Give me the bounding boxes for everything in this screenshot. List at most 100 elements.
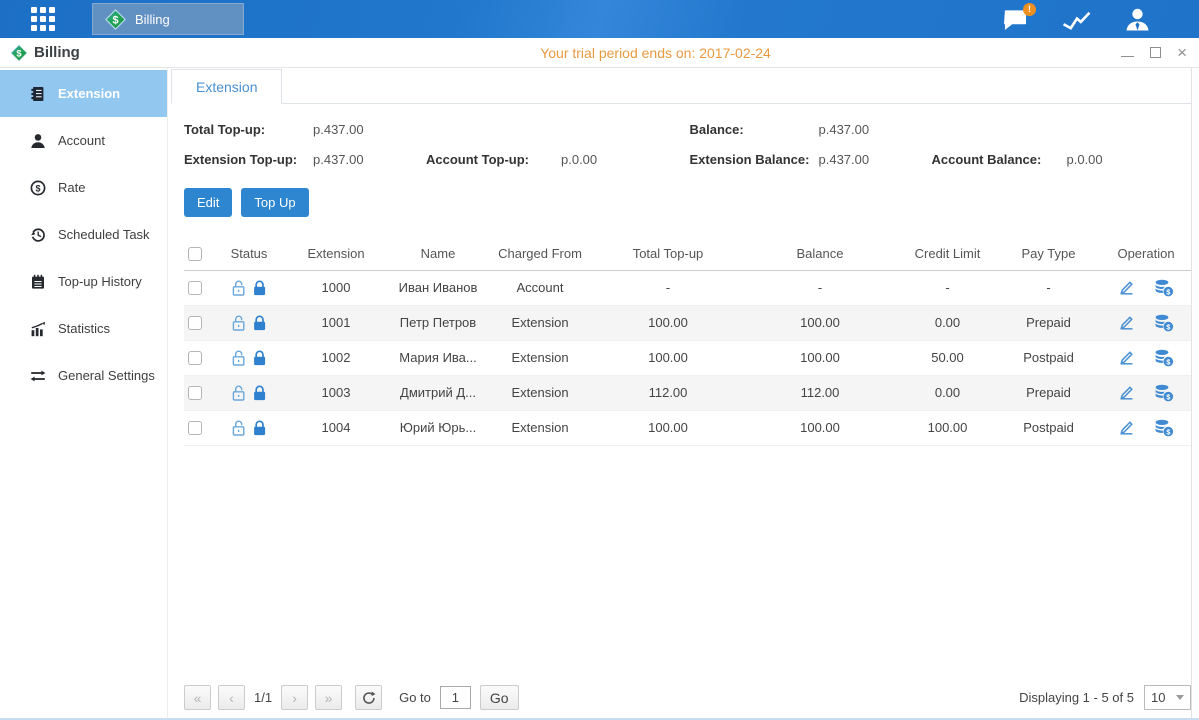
cell-balance: 112.00 bbox=[741, 375, 899, 410]
window-title-label: Billing bbox=[34, 44, 80, 61]
topup-coins-icon[interactable]: $ bbox=[1154, 314, 1174, 332]
page-indicator: 1/1 bbox=[254, 690, 272, 705]
edit-pencil-icon[interactable] bbox=[1118, 279, 1135, 296]
refresh-button[interactable] bbox=[355, 685, 382, 710]
person-icon bbox=[30, 133, 46, 149]
edit-button[interactable]: Edit bbox=[184, 188, 232, 217]
cell-status bbox=[217, 270, 281, 305]
svg-text:$: $ bbox=[35, 183, 40, 193]
cell-extension: 1003 bbox=[281, 375, 391, 410]
history-clock-icon bbox=[30, 227, 46, 243]
summary-left: Total Top-up: p.437.00 Extension Top-up:… bbox=[184, 122, 690, 182]
apps-grid-icon[interactable] bbox=[31, 7, 55, 31]
notification-badge: ! bbox=[1023, 3, 1036, 16]
extension-topup-label: Extension Top-up: bbox=[184, 152, 313, 167]
cell-name: Иван Иванов bbox=[391, 270, 485, 305]
last-page-button[interactable]: » bbox=[315, 685, 342, 710]
row-checkbox[interactable] bbox=[188, 351, 202, 365]
row-checkbox[interactable] bbox=[188, 281, 202, 295]
cell-total-topup: 100.00 bbox=[595, 410, 741, 445]
cell-balance: - bbox=[741, 270, 899, 305]
cell-pay-type: Prepaid bbox=[996, 305, 1101, 340]
lock-icon bbox=[251, 349, 268, 367]
sidebar-item-account[interactable]: Account bbox=[0, 117, 167, 164]
row-checkbox[interactable] bbox=[188, 421, 202, 435]
goto-label: Go to bbox=[399, 690, 431, 705]
sidebar-item-statistics[interactable]: Statistics bbox=[0, 305, 167, 352]
window-controls: × bbox=[1121, 46, 1187, 60]
lock-icon bbox=[251, 384, 268, 402]
page-size-select[interactable]: 10 bbox=[1144, 685, 1191, 710]
cell-extension: 1001 bbox=[281, 305, 391, 340]
goto-page-input[interactable] bbox=[440, 686, 471, 709]
edit-pencil-icon[interactable] bbox=[1118, 349, 1135, 366]
balance-value: p.437.00 bbox=[819, 122, 932, 137]
refresh-icon bbox=[362, 691, 376, 705]
row-checkbox[interactable] bbox=[188, 316, 202, 330]
cell-credit-limit: - bbox=[899, 270, 996, 305]
cell-charged-from: Extension bbox=[485, 340, 595, 375]
pagination-bar: « ‹ 1/1 › » Go to Go Displaying 1 - 5 of… bbox=[184, 685, 1191, 710]
edit-pencil-icon[interactable] bbox=[1118, 384, 1135, 401]
monitor-chart-icon[interactable] bbox=[1061, 8, 1092, 31]
chat-notification-icon[interactable]: ! bbox=[1002, 8, 1029, 31]
billing-app-tab[interactable]: $ Billing bbox=[92, 3, 244, 35]
unlock-icon bbox=[230, 314, 247, 332]
user-icon[interactable] bbox=[1124, 7, 1151, 31]
sidebar-item-general-settings[interactable]: General Settings bbox=[0, 352, 167, 399]
table-header-row: Status Extension Name Charged From Total… bbox=[184, 237, 1191, 270]
col-status: Status bbox=[217, 237, 281, 270]
sidebar-item-scheduled-task[interactable]: Scheduled Task bbox=[0, 211, 167, 258]
sidebar-item-extension[interactable]: Extension bbox=[0, 70, 167, 117]
maximize-icon[interactable] bbox=[1150, 47, 1161, 58]
account-balance-value: p.0.00 bbox=[1067, 152, 1192, 167]
cell-charged-from: Extension bbox=[485, 305, 595, 340]
extension-balance-label: Extension Balance: bbox=[690, 152, 819, 167]
sliders-icon bbox=[30, 368, 46, 384]
first-page-button[interactable]: « bbox=[184, 685, 211, 710]
cell-extension: 1000 bbox=[281, 270, 391, 305]
billing-diamond-icon: $ bbox=[105, 9, 126, 30]
topup-coins-icon[interactable]: $ bbox=[1154, 349, 1174, 367]
minimize-icon[interactable] bbox=[1121, 49, 1134, 57]
cell-credit-limit: 100.00 bbox=[899, 410, 996, 445]
cell-status bbox=[217, 410, 281, 445]
edit-pencil-icon[interactable] bbox=[1118, 419, 1135, 436]
topup-coins-icon[interactable]: $ bbox=[1154, 279, 1174, 297]
cell-name: Юрий Юрь... bbox=[391, 410, 485, 445]
select-all-checkbox[interactable] bbox=[188, 247, 202, 261]
next-page-button[interactable]: › bbox=[281, 685, 308, 710]
close-icon[interactable]: × bbox=[1177, 46, 1187, 60]
cell-name: Петр Петров bbox=[391, 305, 485, 340]
summary-section: Total Top-up: p.437.00 Extension Top-up:… bbox=[184, 122, 1191, 182]
page-size-value: 10 bbox=[1151, 690, 1165, 705]
stats-chart-icon bbox=[30, 321, 46, 337]
window-body: Extension Account $ Rate bbox=[0, 68, 1199, 718]
topup-coins-icon[interactable]: $ bbox=[1154, 384, 1174, 402]
cell-total-topup: 100.00 bbox=[595, 305, 741, 340]
sidebar: Extension Account $ Rate bbox=[0, 68, 168, 718]
cell-operation: $ bbox=[1101, 270, 1191, 305]
sidebar-item-label: Account bbox=[58, 133, 105, 148]
cell-operation: $ bbox=[1101, 305, 1191, 340]
sidebar-item-rate[interactable]: $ Rate bbox=[0, 164, 167, 211]
extension-topup-value: p.437.00 bbox=[313, 152, 426, 167]
cell-charged-from: Account bbox=[485, 270, 595, 305]
journal-icon bbox=[30, 86, 46, 102]
cell-balance: 100.00 bbox=[741, 410, 899, 445]
go-button[interactable]: Go bbox=[480, 685, 519, 710]
svg-text:$: $ bbox=[16, 48, 22, 58]
tab-extension[interactable]: Extension bbox=[171, 69, 282, 104]
cell-status bbox=[217, 375, 281, 410]
prev-page-button[interactable]: ‹ bbox=[218, 685, 245, 710]
sidebar-item-label: Scheduled Task bbox=[58, 227, 150, 242]
unlock-icon bbox=[230, 279, 247, 297]
cell-name: Мария Ива... bbox=[391, 340, 485, 375]
sidebar-item-topup-history[interactable]: Top-up History bbox=[0, 258, 167, 305]
edit-pencil-icon[interactable] bbox=[1118, 314, 1135, 331]
topup-coins-icon[interactable]: $ bbox=[1154, 419, 1174, 437]
extension-table: Status Extension Name Charged From Total… bbox=[184, 237, 1191, 446]
row-checkbox[interactable] bbox=[188, 386, 202, 400]
cell-balance: 100.00 bbox=[741, 340, 899, 375]
top-up-button[interactable]: Top Up bbox=[241, 188, 308, 217]
